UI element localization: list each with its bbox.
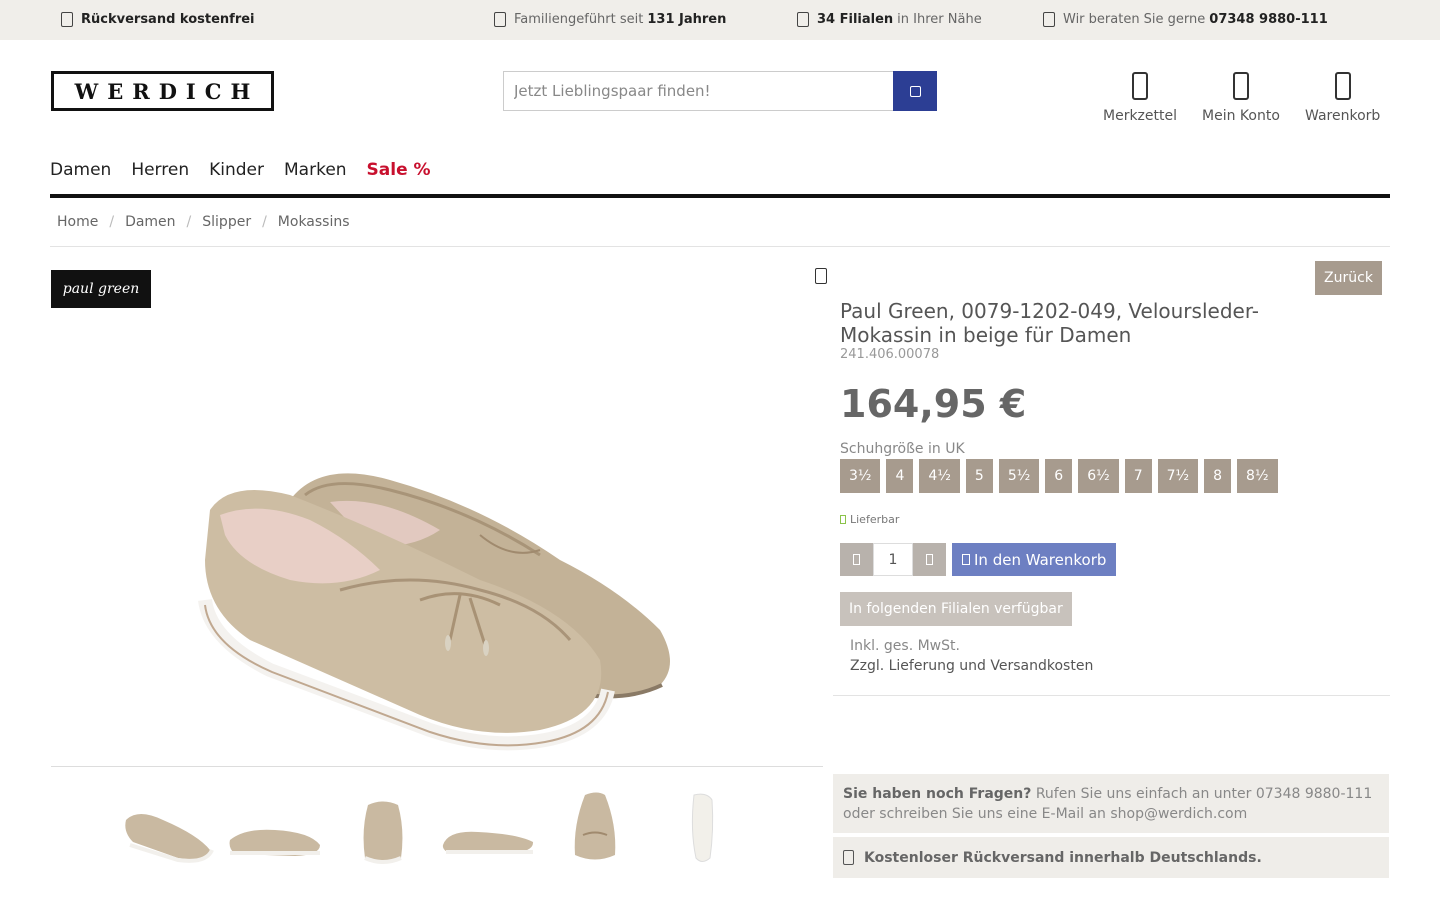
size-option[interactable]: 8½ — [1237, 459, 1278, 493]
nav-item-marken[interactable]: Marken — [284, 160, 347, 180]
topbar-item-family: Familiengeführt seit 131 Jahren — [494, 12, 726, 27]
topbar-return-text: Rückversand kostenfrei — [81, 12, 255, 27]
main-nav: Damen Herren Kinder Marken Sale % — [50, 160, 431, 180]
box-icon — [61, 12, 73, 27]
quantity-row: In den Warenkorb — [840, 543, 1117, 576]
contact-question: Sie haben noch Fragen? — [843, 786, 1032, 802]
breadcrumb-slipper[interactable]: Slipper — [202, 214, 251, 230]
breadcrumb-damen[interactable]: Damen — [125, 214, 175, 230]
user-icon — [1232, 72, 1249, 100]
product-thumbnail[interactable] — [652, 790, 752, 870]
home-icon — [494, 12, 506, 27]
cart-icon — [962, 554, 970, 565]
size-option[interactable]: 3½ — [840, 459, 881, 493]
search-icon — [909, 85, 921, 97]
product-sku: 241.406.00078 — [840, 347, 940, 362]
nav-item-kinder[interactable]: Kinder — [209, 160, 264, 180]
size-option[interactable]: 7½ — [1157, 459, 1199, 493]
contact-info-box: Sie haben noch Fragen? Rufen Sie uns ein… — [833, 774, 1389, 833]
back-button[interactable]: Zurück — [1315, 261, 1382, 295]
topbar-phone-bold: 07348 9880-111 — [1209, 12, 1328, 27]
size-option[interactable]: 5 — [965, 459, 993, 493]
brand-logo[interactable]: paul green — [51, 270, 151, 308]
nav-item-sale[interactable]: Sale % — [367, 160, 431, 180]
bookmark-icon[interactable] — [815, 268, 827, 284]
size-option[interactable]: 5½ — [998, 459, 1040, 493]
phone-icon — [1043, 12, 1055, 27]
size-label: Schuhgröße in UK — [840, 441, 965, 457]
quantity-increase-button[interactable] — [913, 543, 946, 576]
size-option[interactable]: 7 — [1124, 459, 1152, 493]
add-to-cart-label: In den Warenkorb — [974, 550, 1107, 569]
topbar-item-return: Rückversand kostenfrei — [61, 12, 255, 27]
mein-konto-link[interactable]: Mein Konto — [1202, 72, 1280, 124]
heart-icon — [1132, 72, 1148, 100]
minus-icon — [853, 554, 860, 565]
size-option[interactable]: 4 — [886, 459, 914, 493]
map-pin-icon — [797, 12, 809, 27]
quantity-input[interactable] — [873, 543, 913, 576]
search-input[interactable] — [503, 71, 893, 111]
product-thumbnail[interactable] — [333, 790, 433, 870]
add-to-cart-button[interactable]: In den Warenkorb — [952, 543, 1117, 576]
size-selector: 3½ 4 4½ 5 5½ 6 6½ 7 7½ 8 8½ — [840, 459, 1278, 493]
availability-text: Lieferbar — [850, 513, 900, 526]
breadcrumb: Home / Damen / Slipper / Mokassins — [57, 214, 350, 230]
product-thumbnail[interactable] — [545, 790, 645, 870]
free-return-box: Kostenloser Rückversand innerhalb Deutsc… — [833, 837, 1389, 878]
nav-item-damen[interactable]: Damen — [50, 160, 111, 180]
topbar-item-stores[interactable]: 34 Filialen in Ihrer Nähe — [797, 12, 982, 27]
availability-status: Lieferbar — [840, 513, 899, 526]
breadcrumb-divider — [50, 246, 1390, 247]
size-option[interactable]: 6½ — [1078, 459, 1119, 493]
topbar-family-text: Familiengeführt seit — [514, 12, 644, 27]
product-thumbnail[interactable] — [438, 790, 538, 870]
cart-icon — [1334, 72, 1351, 100]
breadcrumb-separator: / — [262, 214, 267, 230]
gallery-divider — [51, 766, 823, 767]
product-price: 164,95 € — [840, 382, 1027, 426]
store-availability-button[interactable]: In folgenden Filialen verfügbar — [840, 592, 1072, 626]
size-option[interactable]: 6 — [1045, 459, 1073, 493]
search-button[interactable] — [893, 71, 937, 111]
nav-item-herren[interactable]: Herren — [131, 160, 189, 180]
breadcrumb-separator: / — [186, 214, 192, 230]
breadcrumb-home[interactable]: Home — [57, 214, 98, 230]
merkzettel-link[interactable]: Merkzettel — [1103, 72, 1177, 124]
details-divider — [833, 695, 1390, 696]
tax-note: Inkl. ges. MwSt. — [850, 638, 960, 654]
plus-icon — [926, 554, 933, 565]
warenkorb-label: Warenkorb — [1305, 108, 1381, 124]
free-return-text: Kostenloser Rückversand innerhalb Deutsc… — [864, 849, 1262, 866]
topbar-phone-text: Wir beraten Sie gerne — [1063, 12, 1206, 27]
product-thumbnail[interactable] — [118, 790, 218, 870]
nav-divider — [50, 194, 1390, 198]
topbar-item-phone[interactable]: Wir beraten Sie gerne 07348 9880-111 — [1043, 12, 1328, 27]
product-title: Paul Green, 0079-1202-049, Veloursleder-… — [840, 299, 1259, 347]
size-option[interactable]: 4½ — [919, 459, 960, 493]
merkzettel-label: Merkzettel — [1103, 108, 1177, 124]
product-thumbnail[interactable] — [225, 790, 325, 870]
topbar-stores-bold: 34 Filialen — [817, 12, 894, 27]
search-bar — [503, 71, 937, 111]
breadcrumb-separator: / — [109, 214, 115, 230]
size-option[interactable]: 8 — [1204, 459, 1232, 493]
shipping-cost-link[interactable]: Zzgl. Lieferung und Versandkosten — [850, 658, 1093, 674]
werdich-logo[interactable]: WERDICH — [51, 71, 274, 111]
quantity-decrease-button[interactable] — [840, 543, 873, 576]
mein-konto-label: Mein Konto — [1202, 108, 1280, 124]
breadcrumb-mokassins[interactable]: Mokassins — [278, 214, 350, 230]
top-info-bar: Rückversand kostenfrei Familiengeführt s… — [0, 0, 1440, 40]
topbar-stores-text: in Ihrer Nähe — [897, 12, 982, 27]
product-main-image[interactable] — [180, 440, 700, 760]
warenkorb-link[interactable]: Warenkorb — [1305, 72, 1380, 124]
topbar-family-bold: 131 Jahren — [647, 12, 727, 27]
truck-icon — [843, 850, 854, 865]
availability-icon — [840, 515, 846, 524]
